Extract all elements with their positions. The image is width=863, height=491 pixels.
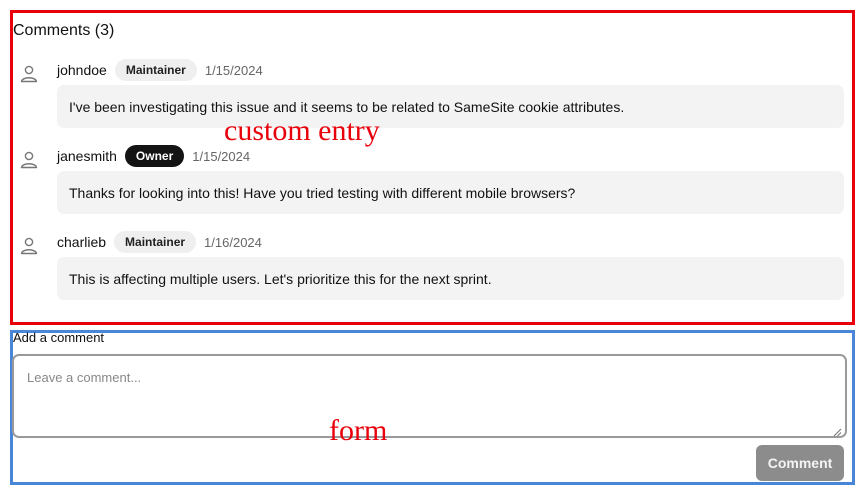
role-badge: Owner	[124, 145, 185, 167]
user-icon	[18, 64, 40, 84]
user-icon	[18, 150, 40, 170]
comment-author[interactable]: johndoe	[57, 62, 107, 78]
comment-meta: janesmith Owner 1/15/2024	[57, 144, 250, 168]
add-comment-label: Add a comment	[13, 330, 105, 345]
comment-item: johndoe Maintainer 1/15/2024 I've been i…	[18, 58, 844, 130]
comment-date: 1/15/2024	[192, 148, 251, 164]
comment-body: I've been investigating this issue and i…	[57, 85, 844, 128]
role-badge: Maintainer	[114, 231, 197, 253]
comment-author[interactable]: charlieb	[57, 234, 106, 250]
form-annotation: form	[329, 414, 388, 447]
comment-body: This is affecting multiple users. Let's …	[57, 257, 844, 300]
custom-entry-annotation: custom entry	[224, 114, 380, 147]
comment-author[interactable]: janesmith	[57, 148, 117, 164]
comment-body: Thanks for looking into this! Have you t…	[57, 171, 844, 214]
role-badge: Maintainer	[114, 59, 197, 81]
comment-item: janesmith Owner 1/15/2024 Thanks for loo…	[18, 144, 844, 216]
comment-meta: charlieb Maintainer 1/16/2024	[57, 230, 262, 254]
resize-handle-icon[interactable]	[832, 424, 842, 437]
comment-item: charlieb Maintainer 1/16/2024 This is af…	[18, 230, 844, 302]
comment-submit-button[interactable]: Comment	[756, 445, 844, 481]
comments-heading: Comments (3)	[13, 22, 115, 39]
comment-date: 1/16/2024	[204, 234, 262, 250]
user-icon	[18, 236, 40, 256]
comment-date: 1/15/2024	[204, 62, 263, 78]
comment-textarea[interactable]	[12, 354, 847, 438]
comment-meta: johndoe Maintainer 1/15/2024	[57, 58, 263, 82]
